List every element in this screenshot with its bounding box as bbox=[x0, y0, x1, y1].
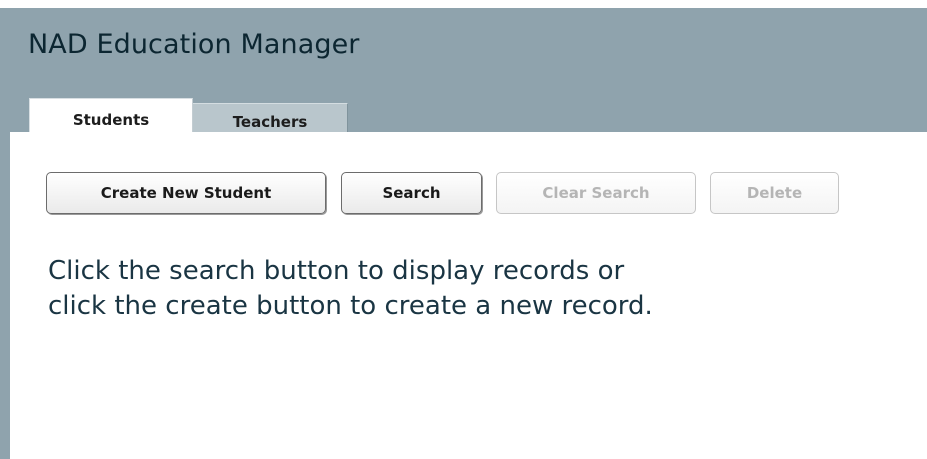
delete-button[interactable]: Delete bbox=[710, 172, 839, 214]
clear-search-button[interactable]: Clear Search bbox=[496, 172, 696, 214]
create-new-student-button[interactable]: Create New Student bbox=[46, 172, 326, 214]
app-window: NAD Education Manager Students Teachers … bbox=[0, 0, 927, 459]
search-button[interactable]: Search bbox=[341, 172, 482, 214]
main-content: Create New Student Search Clear Search D… bbox=[10, 132, 927, 459]
left-border bbox=[0, 8, 10, 459]
header-bar: NAD Education Manager Students Teachers bbox=[10, 8, 927, 140]
empty-state-message: Click the search button to display recor… bbox=[48, 256, 653, 321]
app-title: NAD Education Manager bbox=[28, 29, 360, 60]
